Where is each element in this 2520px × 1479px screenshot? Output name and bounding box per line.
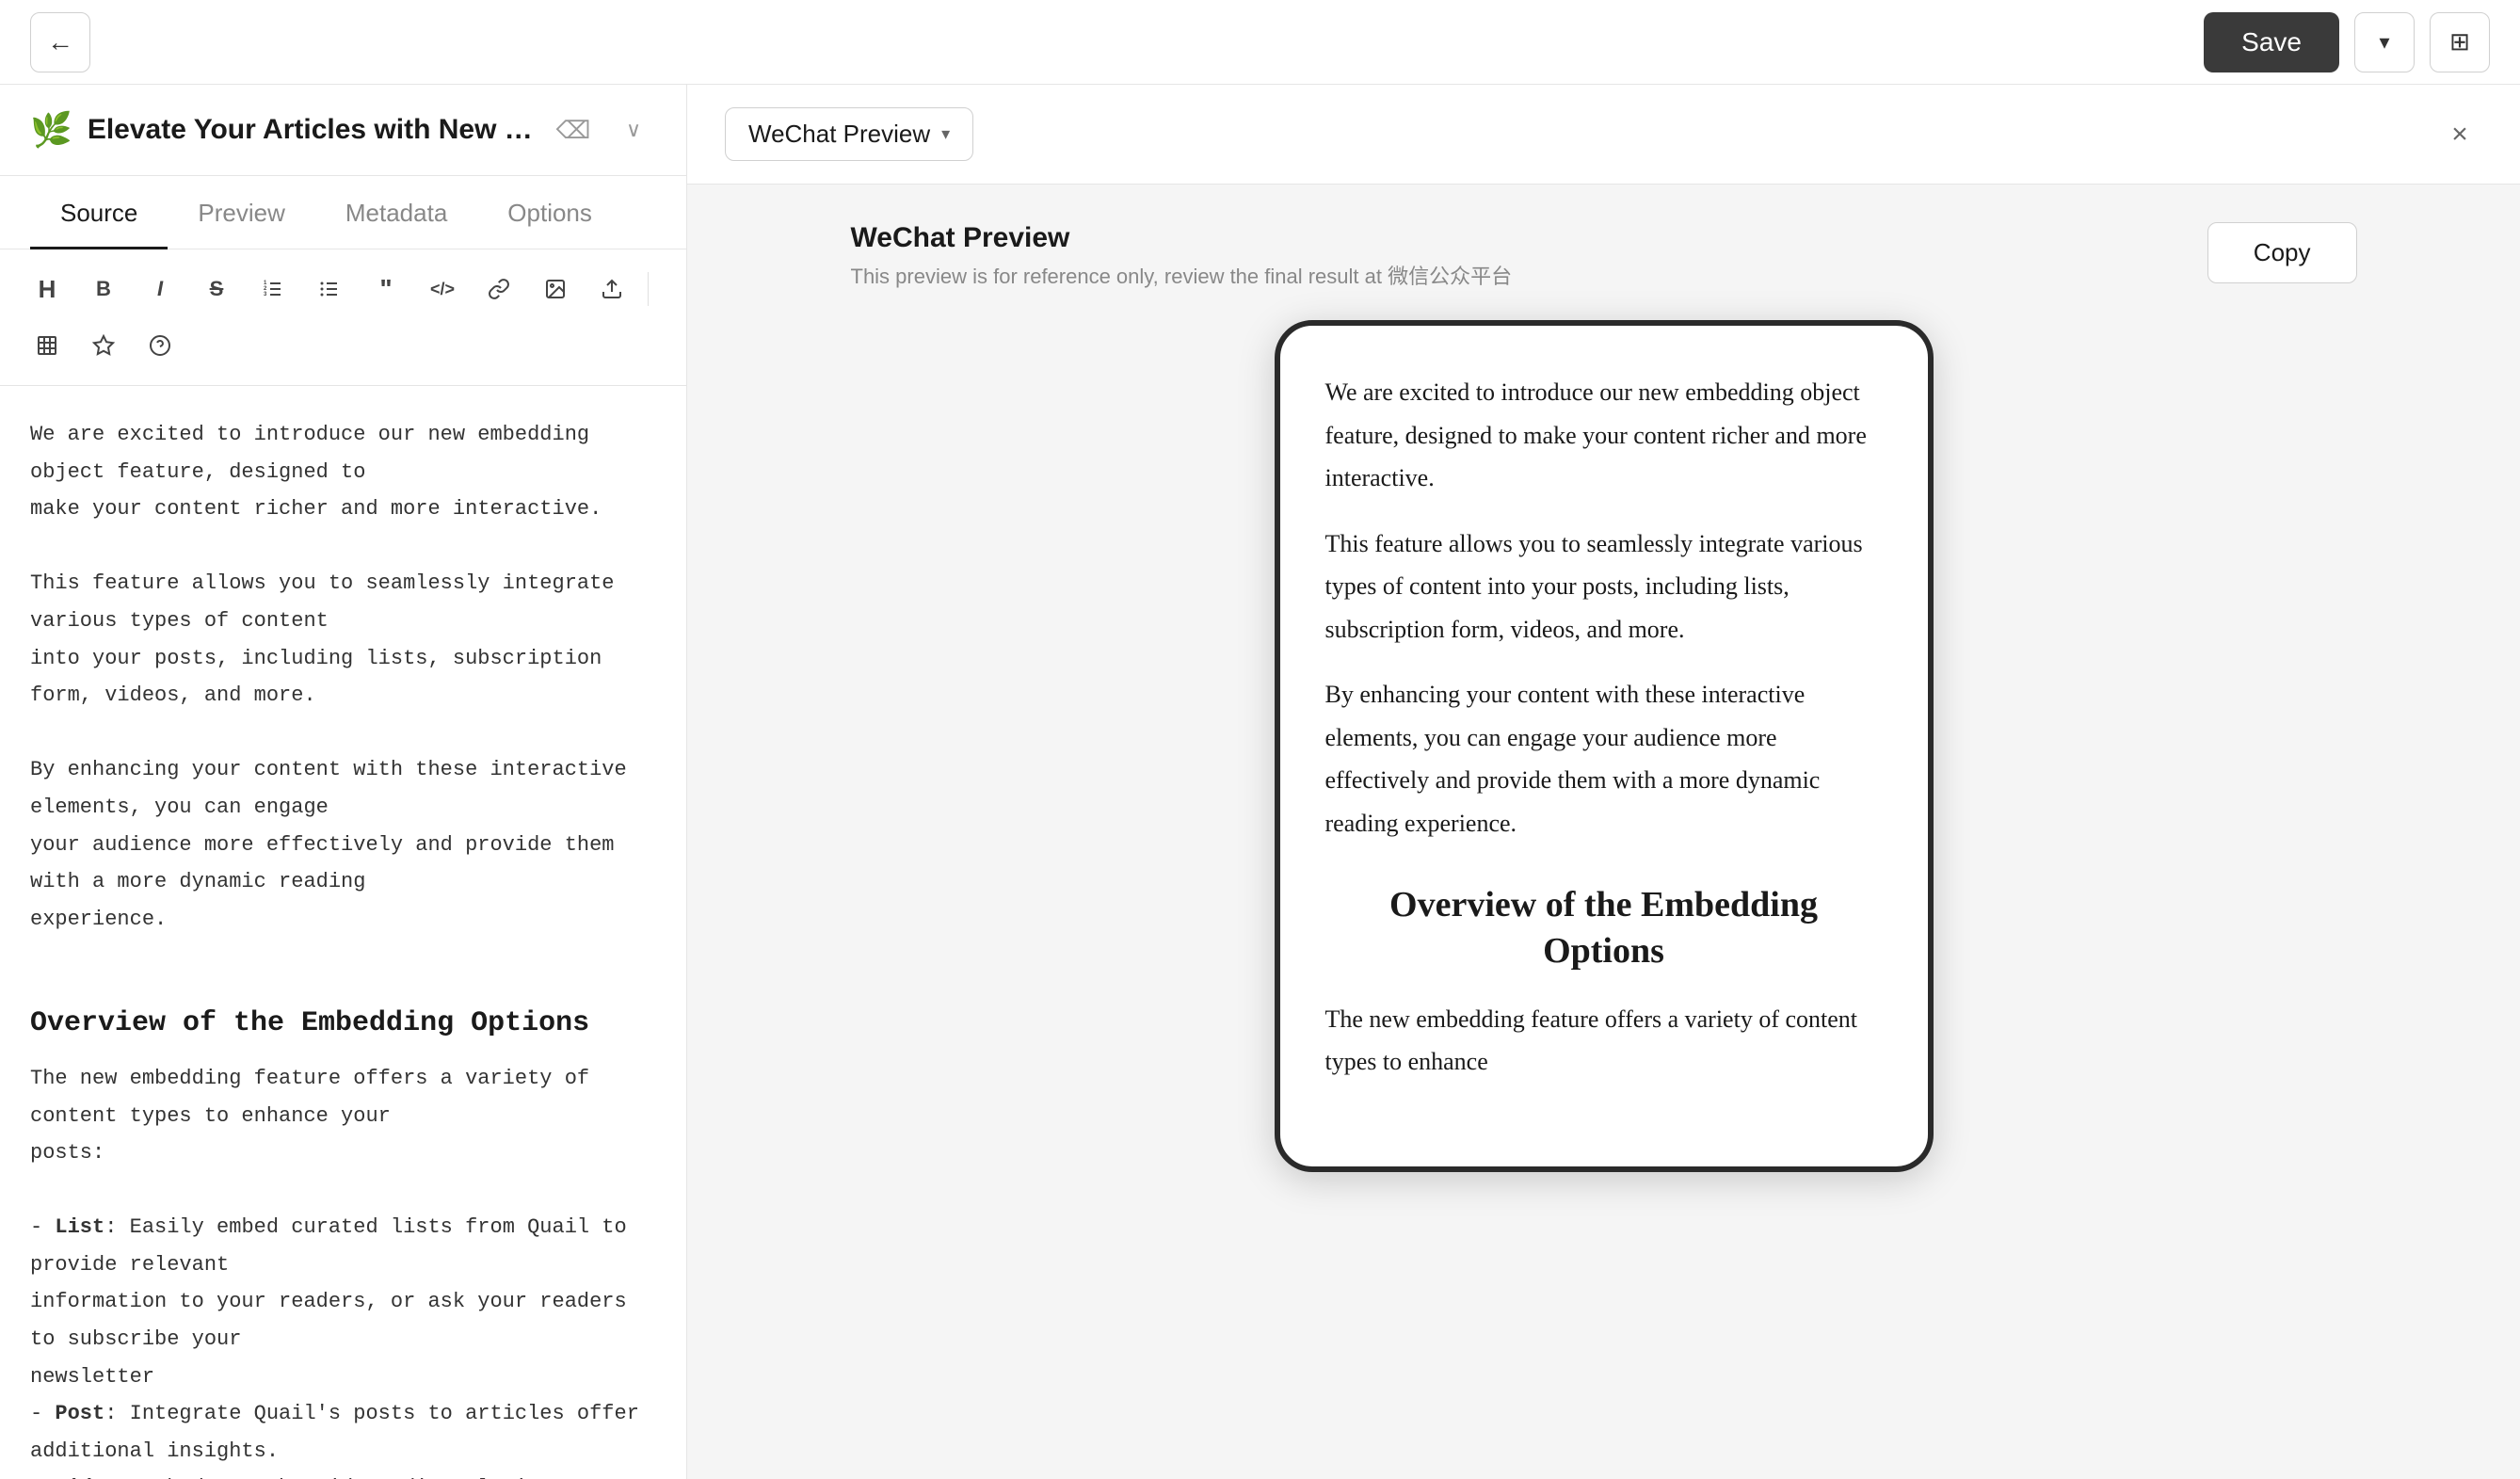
clear-title-button[interactable]: ⌫ <box>551 107 596 153</box>
blockquote-button[interactable]: " <box>361 265 410 313</box>
phone-paragraph-1: We are excited to introduce our new embe… <box>1325 371 1883 500</box>
wechat-info-bar: WeChat Preview This preview is for refer… <box>851 222 2357 290</box>
tab-metadata[interactable]: Metadata <box>315 176 477 249</box>
unordered-list-button[interactable] <box>305 265 354 313</box>
phone-paragraph-4: The new embedding feature offers a varie… <box>1325 998 1883 1084</box>
link-button[interactable] <box>474 265 523 313</box>
heading-button[interactable]: H <box>23 265 72 313</box>
phone-mockup: We are excited to introduce our new embe… <box>1275 320 1934 1172</box>
editor-panel: 🌿 Elevate Your Articles with New Embeddi… <box>0 85 687 1479</box>
phone-paragraph-3: By enhancing your content with these int… <box>1325 673 1883 844</box>
tab-options[interactable]: Options <box>477 176 622 249</box>
tab-preview[interactable]: Preview <box>168 176 314 249</box>
editor-toolbar: H B I S 1 2 3 " </> <box>0 249 686 386</box>
copy-button[interactable]: Copy <box>2207 222 2357 283</box>
preview-selector-label: WeChat Preview <box>748 120 930 149</box>
article-title-bar: 🌿 Elevate Your Articles with New Embeddi… <box>0 85 686 176</box>
wechat-preview-title: WeChat Preview <box>851 222 1513 254</box>
save-button[interactable]: Save <box>2204 12 2339 72</box>
article-collapse-button[interactable]: ∨ <box>611 107 656 153</box>
preview-selector[interactable]: WeChat Preview ▾ <box>725 107 973 161</box>
close-preview-button[interactable]: × <box>2437 112 2482 157</box>
preview-content-area: WeChat Preview This preview is for refer… <box>687 185 2520 1479</box>
top-bar: ← Save ▾ ⊞ <box>0 0 2520 85</box>
chevron-down-icon: ∨ <box>626 118 641 142</box>
table-button[interactable] <box>23 321 72 370</box>
italic-button[interactable]: I <box>136 265 185 313</box>
article-title: Elevate Your Articles with New Embedding… <box>88 114 536 146</box>
phone-heading: Overview of the Embedding Options <box>1325 882 1883 975</box>
help-button[interactable] <box>136 321 185 370</box>
wechat-info-text: WeChat Preview This preview is for refer… <box>851 222 1513 290</box>
tab-source[interactable]: Source <box>30 176 168 249</box>
back-icon: ← <box>47 27 73 57</box>
toolbar-divider <box>648 272 649 306</box>
code-button[interactable]: </> <box>418 265 467 313</box>
back-button[interactable]: ← <box>30 12 90 72</box>
close-icon: × <box>2451 119 2468 151</box>
layout-icon: ⊞ <box>2449 27 2470 56</box>
chevron-down-icon: ▾ <box>941 124 950 144</box>
save-dropdown-button[interactable]: ▾ <box>2354 12 2415 72</box>
preview-panel: WeChat Preview ▾ × WeChat Preview This p… <box>687 85 2520 1479</box>
wechat-preview-subtitle: This preview is for reference only, revi… <box>851 260 1513 290</box>
tabs-bar: Source Preview Metadata Options <box>0 176 686 249</box>
chevron-down-icon: ▾ <box>2379 30 2389 55</box>
article-emoji: 🌿 <box>30 110 72 150</box>
image-button[interactable] <box>531 265 580 313</box>
svg-text:3: 3 <box>264 292 267 297</box>
embed-button[interactable] <box>587 265 636 313</box>
shape-button[interactable] <box>79 321 128 370</box>
layout-toggle-button[interactable]: ⊞ <box>2430 12 2490 72</box>
editor-content[interactable]: We are excited to introduce our new embe… <box>0 386 686 1479</box>
ordered-list-button[interactable]: 1 2 3 <box>249 265 297 313</box>
phone-paragraph-2: This feature allows you to seamlessly in… <box>1325 522 1883 651</box>
main-layout: 🌿 Elevate Your Articles with New Embeddi… <box>0 85 2520 1479</box>
clear-icon: ⌫ <box>556 116 591 145</box>
bold-button[interactable]: B <box>79 265 128 313</box>
strikethrough-button[interactable]: S <box>192 265 241 313</box>
preview-header: WeChat Preview ▾ × <box>687 85 2520 185</box>
